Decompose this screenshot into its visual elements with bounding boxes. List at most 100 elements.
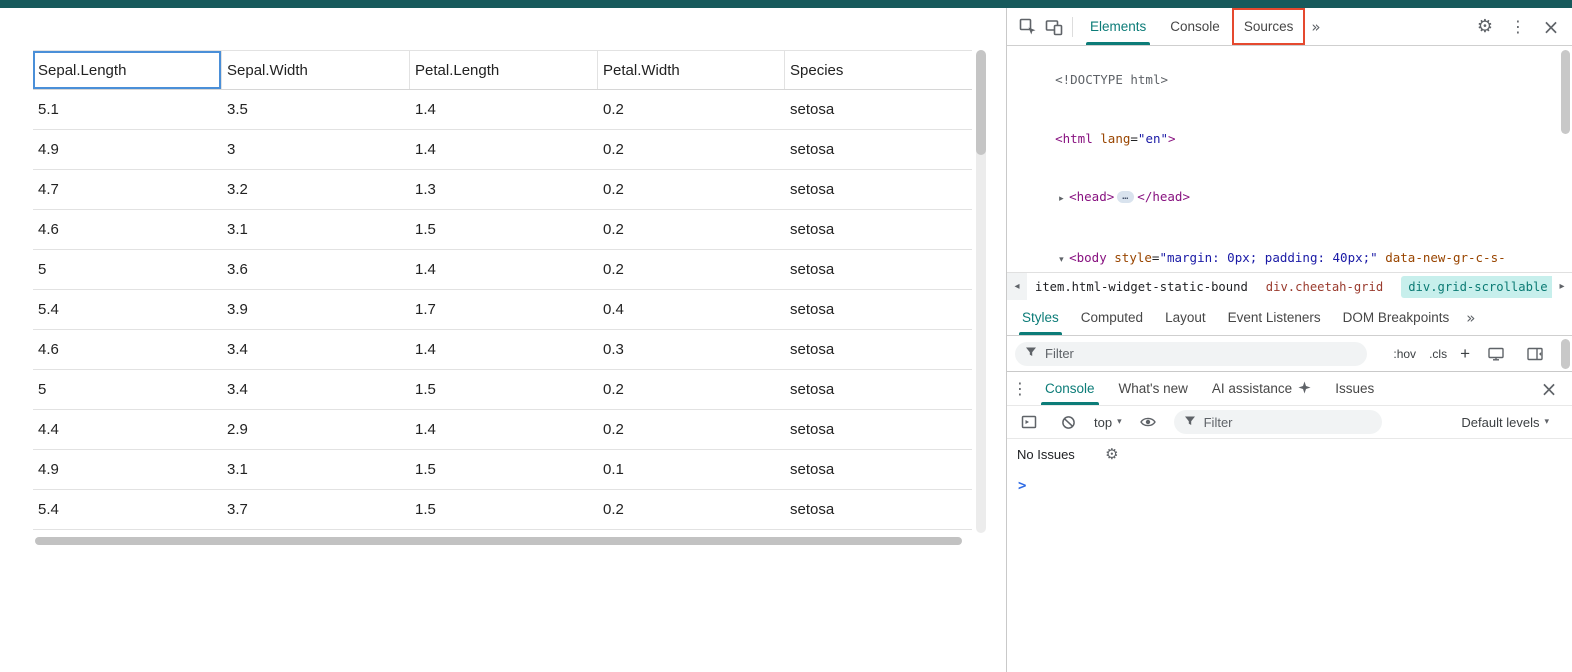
- column-header-petal-width[interactable]: Petal.Width: [598, 51, 785, 89]
- breadcrumb-scroll-left-icon[interactable]: ◂: [1007, 273, 1027, 300]
- table-cell: 4.9: [33, 450, 222, 489]
- breadcrumb-div-cheetah-grid[interactable]: div.cheetah-grid: [1266, 280, 1383, 294]
- table-cell-value: 1.4: [415, 141, 436, 158]
- table-cell-value: 1.4: [415, 421, 436, 438]
- drawer-tab-console[interactable]: Console: [1033, 372, 1107, 405]
- console-settings-gear-icon[interactable]: ⚙: [1099, 441, 1125, 467]
- table-cell: setosa: [785, 450, 972, 489]
- table-cell-value: setosa: [790, 221, 834, 238]
- table-cell-value: 0.2: [603, 101, 624, 118]
- table-cell: setosa: [785, 330, 972, 369]
- table-cell: 3.7: [222, 490, 410, 529]
- table-cell: 4.4: [33, 410, 222, 449]
- drawer-tab-what-s-new[interactable]: What's new: [1107, 372, 1200, 405]
- devtools-tab-sources[interactable]: Sources: [1232, 8, 1306, 45]
- table-cell: 3.4: [222, 370, 410, 409]
- table-row: 5 3.4 1.5 0.2 setosa: [33, 370, 972, 410]
- more-options-icon[interactable]: ⋮: [1505, 14, 1531, 40]
- pane-tab-layout[interactable]: Layout: [1154, 300, 1217, 335]
- console-filter-input[interactable]: [1202, 414, 1372, 431]
- close-devtools-icon[interactable]: ×: [1538, 14, 1564, 40]
- pane-tab-computed[interactable]: Computed: [1070, 300, 1154, 335]
- drawer-tab-ai-assistance[interactable]: AI assistance: [1200, 372, 1323, 405]
- table-cell: setosa: [785, 250, 972, 289]
- console-sidebar-icon[interactable]: [1016, 409, 1042, 435]
- grid-vertical-scrollbar[interactable]: [976, 50, 986, 533]
- computed-sidebar-toggle-icon[interactable]: [1522, 341, 1548, 367]
- elements-scrollbar-thumb[interactable]: [1561, 50, 1570, 134]
- table-cell-value: 3.1: [227, 221, 248, 238]
- breadcrumb-item-html-widget-static-bound[interactable]: item.html-widget-static-bound: [1035, 280, 1248, 294]
- table-cell: setosa: [785, 410, 972, 449]
- table-cell-value: 1.7: [415, 301, 436, 318]
- toggle-element-state-button[interactable]: :hov: [1393, 347, 1416, 361]
- devtools-tab-console[interactable]: Console: [1158, 8, 1232, 45]
- table-cell: 0.1: [598, 450, 785, 489]
- issues-status[interactable]: No Issues: [1017, 447, 1075, 462]
- table-cell: setosa: [785, 90, 972, 129]
- table-cell: 0.2: [598, 170, 785, 209]
- breadcrumb-div-grid-scrollable[interactable]: div.grid-scrollable: [1401, 276, 1552, 298]
- table-cell-value: 3.4: [227, 341, 248, 358]
- pane-tab-event-listeners[interactable]: Event Listeners: [1217, 300, 1332, 335]
- table-cell: 1.5: [410, 210, 598, 249]
- close-drawer-icon[interactable]: ×: [1536, 376, 1562, 402]
- pane-tab-styles[interactable]: Styles: [1011, 300, 1070, 335]
- expand-arrow-icon[interactable]: ▾: [1059, 251, 1069, 270]
- ai-assistance-icon: [1298, 381, 1311, 397]
- column-header-sepal-width[interactable]: Sepal.Width: [222, 51, 410, 89]
- filter-funnel-icon: [1025, 346, 1037, 361]
- table-cell-value: 4.6: [38, 221, 59, 238]
- table-row: 4.9 3 1.4 0.2 setosa: [33, 130, 972, 170]
- drawer-tabs: Console What's new AI assistance Issues: [1033, 372, 1386, 405]
- column-header-sepal-length[interactable]: Sepal.Length: [33, 51, 222, 89]
- inspect-element-icon[interactable]: [1015, 14, 1041, 40]
- grid-vertical-scrollbar-thumb[interactable]: [976, 50, 986, 155]
- column-header-petal-length[interactable]: Petal.Length: [410, 51, 598, 89]
- console-filter[interactable]: [1174, 410, 1382, 434]
- toggle-class-button[interactable]: .cls: [1429, 347, 1447, 361]
- styles-scrollbar-thumb[interactable]: [1561, 339, 1570, 369]
- dom-tree-line[interactable]: ▸<head>…</head>: [1007, 167, 1572, 228]
- inline-expand-button[interactable]: …: [1117, 191, 1134, 203]
- styles-filter[interactable]: [1015, 342, 1367, 366]
- execution-context-label: top: [1094, 415, 1112, 430]
- pane-tab-dom-breakpoints[interactable]: DOM Breakpoints: [1332, 300, 1461, 335]
- column-header-label: Species: [790, 62, 843, 79]
- code-token: <head>: [1069, 189, 1114, 204]
- new-style-rule-icon[interactable]: +: [1460, 345, 1470, 362]
- drawer-tab-issues[interactable]: Issues: [1323, 372, 1386, 405]
- breadcrumb-scroll-right-icon[interactable]: ▸: [1552, 273, 1572, 300]
- grid-horizontal-scrollbar-thumb[interactable]: [35, 537, 962, 545]
- drawer-menu-icon[interactable]: ⋮: [1007, 376, 1033, 402]
- table-cell: 0.2: [598, 250, 785, 289]
- code-line: <html lang="en">: [1055, 131, 1175, 146]
- live-expression-eye-icon[interactable]: [1135, 409, 1161, 435]
- expand-arrow-icon[interactable]: ▸: [1059, 190, 1069, 209]
- table-cell-value: 4.7: [38, 181, 59, 198]
- table-cell: setosa: [785, 170, 972, 209]
- more-pane-tabs-icon[interactable]: »: [1460, 309, 1481, 327]
- table-cell: 5.4: [33, 290, 222, 329]
- dom-tree-line[interactable]: <html lang="en">: [1007, 109, 1572, 167]
- more-tabs-icon[interactable]: »: [1305, 18, 1326, 36]
- styles-filter-input[interactable]: [1043, 345, 1357, 362]
- clear-console-icon[interactable]: [1055, 409, 1081, 435]
- dom-tree-line[interactable]: ▾<body style="margin: 0px; padding: 40px…: [1007, 229, 1572, 272]
- table-row: 4.4 2.9 1.4 0.2 setosa: [33, 410, 972, 450]
- table-row: 5.1 3.5 1.4 0.2 setosa: [33, 90, 972, 130]
- table-cell-value: 5: [38, 261, 46, 278]
- device-toolbar-icon[interactable]: [1041, 14, 1067, 40]
- devtools-toolbar-right: ⚙ ⋮ ×: [1472, 14, 1572, 40]
- settings-gear-icon[interactable]: ⚙: [1472, 14, 1498, 40]
- column-header-species[interactable]: Species: [785, 51, 972, 89]
- devtools-tab-elements[interactable]: Elements: [1078, 8, 1158, 45]
- log-levels-selector[interactable]: Default levels ▾: [1461, 415, 1563, 430]
- table-cell-value: 0.2: [603, 501, 624, 518]
- execution-context-selector[interactable]: top ▾: [1094, 415, 1122, 430]
- console-prompt[interactable]: >: [1007, 469, 1572, 494]
- rendering-emulation-icon[interactable]: [1483, 341, 1509, 367]
- code-token: <!DOCTYPE html>: [1055, 72, 1168, 87]
- table-cell-value: 1.3: [415, 181, 436, 198]
- dom-tree-line[interactable]: <!DOCTYPE html>: [1007, 51, 1572, 109]
